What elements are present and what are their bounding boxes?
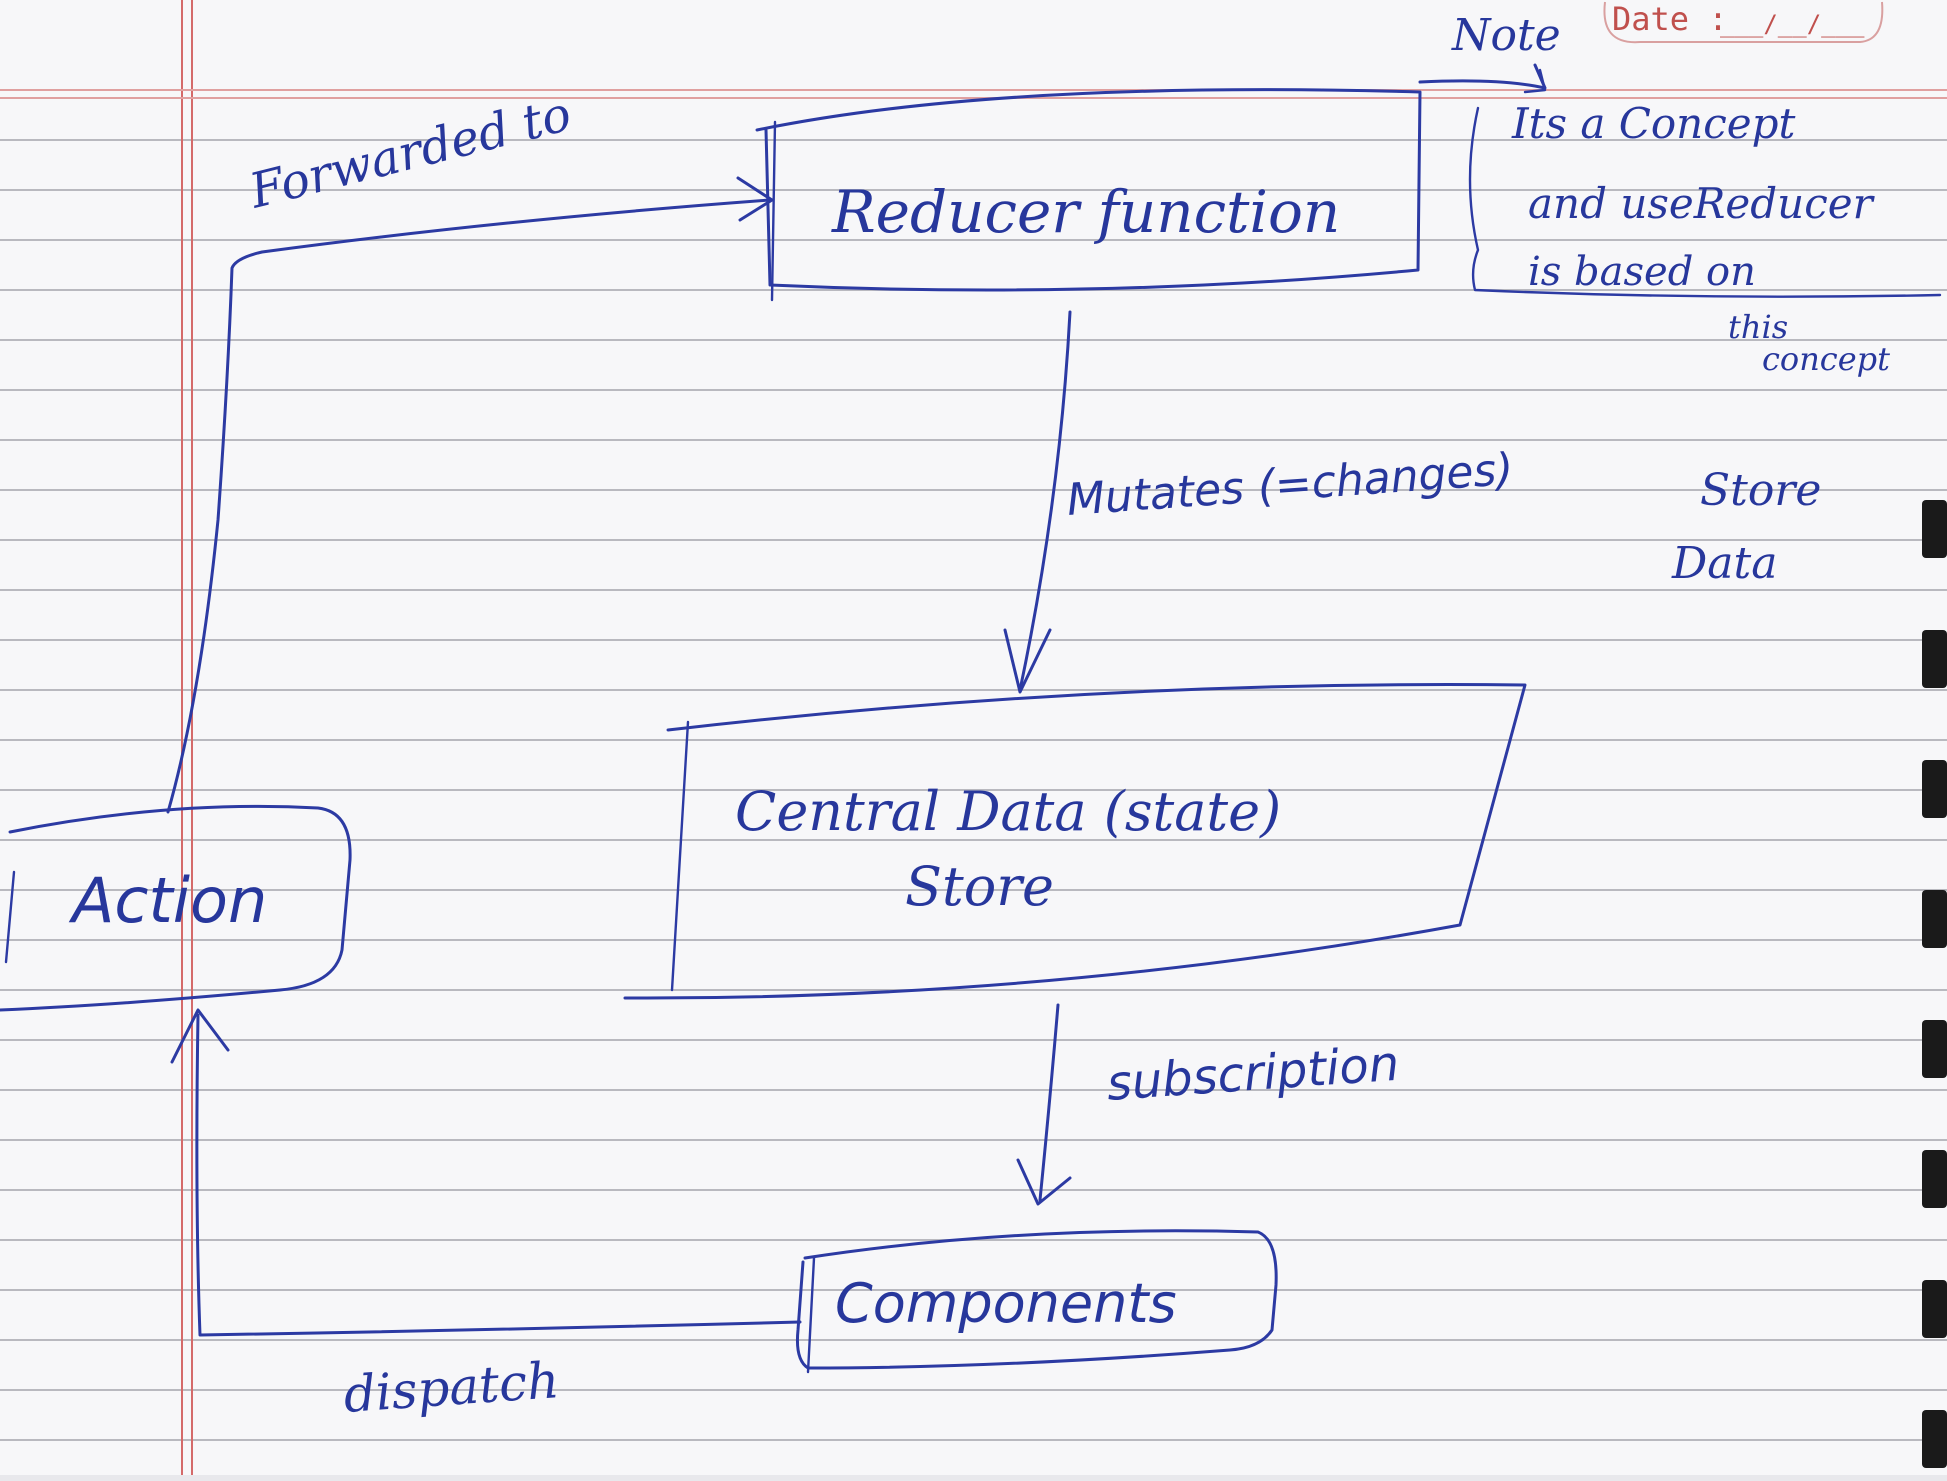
binding-ring	[1922, 1410, 1947, 1468]
action-label: Action	[68, 864, 267, 937]
binding-ring	[1922, 500, 1947, 558]
store-label-line2: Store	[905, 855, 1054, 918]
notebook-page: Date : ___/__/___ Reducer function Centr…	[0, 0, 1947, 1481]
note-line2: and useReducer	[1528, 179, 1876, 228]
store-data-label-line1: Store	[1700, 465, 1821, 516]
date-label: Date :	[1612, 0, 1728, 38]
store-data-label-line2: Data	[1671, 538, 1777, 589]
diagram-canvas: Date : ___/__/___ Reducer function Centr…	[0, 0, 1947, 1481]
reducer-label: Reducer function	[831, 178, 1340, 246]
binding-ring	[1922, 890, 1947, 948]
page-bottom-edge	[0, 1475, 1947, 1481]
note-label: Note	[1451, 10, 1561, 61]
binding-ring	[1922, 630, 1947, 688]
store-label-line1: Central Data (state)	[735, 780, 1281, 843]
note-line5: concept	[1762, 340, 1890, 378]
binding-ring	[1922, 1020, 1947, 1078]
binding-ring	[1922, 760, 1947, 818]
components-label: Components	[835, 1272, 1177, 1335]
note-line1: Its a Concept	[1511, 99, 1795, 148]
binding-ring	[1922, 1150, 1947, 1208]
date-blank: ___/__/___	[1720, 10, 1865, 38]
binding-ring	[1922, 1280, 1947, 1338]
note-line3: is based on	[1528, 249, 1756, 295]
